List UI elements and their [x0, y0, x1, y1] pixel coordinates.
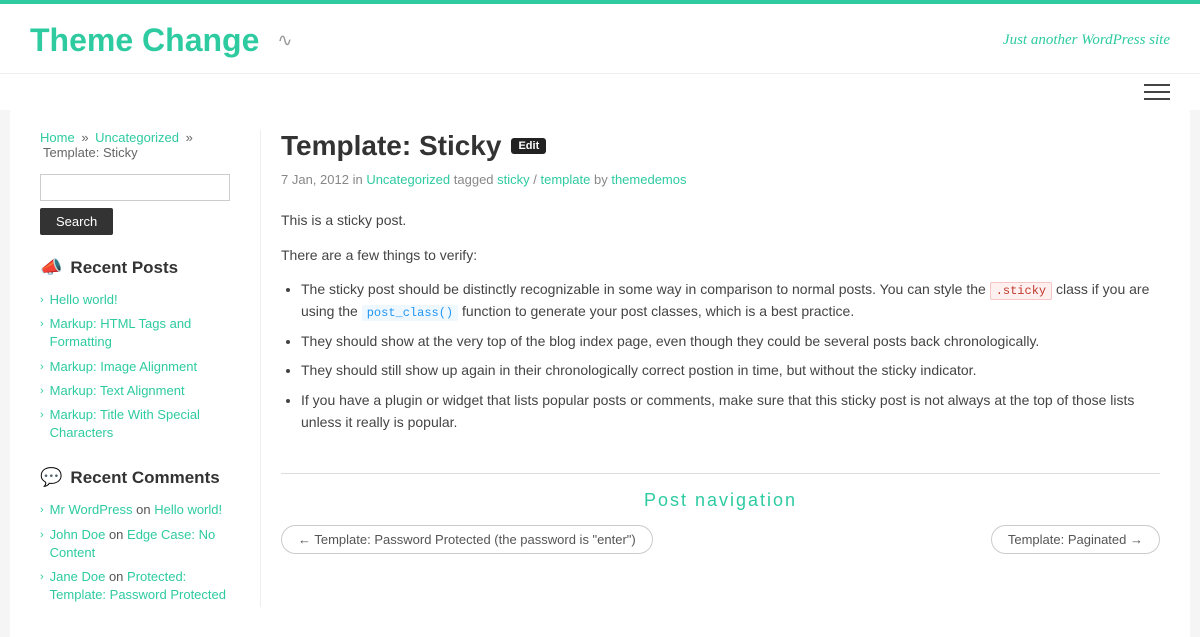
- search-widget: Search: [40, 174, 230, 235]
- post-author[interactable]: themedemos: [611, 172, 686, 187]
- chevron-icon: ›: [40, 384, 44, 399]
- prev-post-link[interactable]: ← Template: Password Protected (the pass…: [281, 525, 653, 554]
- recent-post-link[interactable]: Markup: Text Alignment: [50, 382, 185, 400]
- comment-text: Jane Doe on Protected: Template: Passwor…: [50, 568, 230, 604]
- list-item: › Mr WordPress on Hello world!: [40, 498, 230, 522]
- comment-author[interactable]: Jane Doe: [50, 569, 106, 584]
- header-left: Theme Change ∿: [30, 22, 292, 59]
- breadcrumb: Home » Uncategorized » Template: Sticky: [40, 130, 230, 160]
- post-content: This is a sticky post. There are a few t…: [281, 209, 1160, 433]
- breadcrumb-sep1: »: [81, 130, 88, 145]
- list-item: › Markup: HTML Tags and Formatting: [40, 312, 230, 354]
- rss-icon[interactable]: ∿: [277, 30, 292, 51]
- nav-links: ← Template: Password Protected (the pass…: [281, 525, 1160, 554]
- navbar: [0, 73, 1200, 110]
- recent-comments-list: › Mr WordPress on Hello world! › John Do…: [40, 498, 230, 607]
- list-item: If you have a plugin or widget that list…: [301, 390, 1160, 433]
- list-item: They should still show up again in their…: [301, 360, 1160, 382]
- comment-text: John Doe on Edge Case: No Content: [50, 526, 230, 562]
- site-tagline: Just another WordPress site: [1003, 32, 1170, 49]
- breadcrumb-current: Template: Sticky: [43, 145, 138, 160]
- main-content: Template: Sticky Edit 7 Jan, 2012 in Unc…: [260, 130, 1160, 607]
- post-tag-sep: /: [533, 172, 540, 187]
- post-title-text: Template: Sticky: [281, 130, 501, 162]
- post-intro-2: There are a few things to verify:: [281, 244, 1160, 267]
- recent-posts-section: 📣 Recent Posts › Hello world! › Markup: …: [40, 257, 230, 445]
- post-by-label: by: [594, 172, 611, 187]
- recent-posts-title: 📣 Recent Posts: [40, 257, 230, 278]
- post-class-code: post_class(): [362, 305, 458, 321]
- list-item: They should show at the very top of the …: [301, 331, 1160, 353]
- main-container: Home » Uncategorized » Template: Sticky …: [10, 110, 1190, 637]
- post-tag2[interactable]: template: [541, 172, 591, 187]
- chevron-icon: ›: [40, 360, 44, 375]
- recent-post-link[interactable]: Markup: Image Alignment: [50, 358, 197, 376]
- comment-connector: on: [136, 502, 154, 517]
- post-category[interactable]: Uncategorized: [366, 172, 450, 187]
- hamburger-line-3: [1144, 98, 1170, 100]
- recent-post-link[interactable]: Markup: HTML Tags and Formatting: [50, 315, 230, 351]
- site-title[interactable]: Theme Change: [30, 22, 259, 59]
- list-item: › Hello world!: [40, 288, 230, 312]
- post-meta: 7 Jan, 2012 in Uncategorized tagged stic…: [281, 172, 1160, 187]
- comment-author[interactable]: John Doe: [50, 527, 106, 542]
- list-item: › Markup: Title With Special Characters: [40, 403, 230, 445]
- post-date: 7 Jan, 2012: [281, 172, 349, 187]
- comment-text: Mr WordPress on Hello world!: [50, 501, 222, 519]
- breadcrumb-home[interactable]: Home: [40, 130, 75, 145]
- chevron-icon: ›: [40, 317, 44, 332]
- post-intro-1: This is a sticky post.: [281, 209, 1160, 232]
- list-item: › Markup: Image Alignment: [40, 355, 230, 379]
- site-header: Theme Change ∿ Just another WordPress si…: [0, 0, 1200, 73]
- comment-post[interactable]: Hello world!: [154, 502, 222, 517]
- comment-icon: 💬: [40, 467, 62, 488]
- list-item: › John Doe on Edge Case: No Content: [40, 523, 230, 565]
- recent-post-link[interactable]: Hello world!: [50, 291, 118, 309]
- next-post-link[interactable]: Template: Paginated →: [991, 525, 1160, 554]
- hamburger-menu[interactable]: [1144, 84, 1170, 100]
- post-navigation: Post navigation ← Template: Password Pro…: [281, 473, 1160, 554]
- post-navigation-title: Post navigation: [281, 490, 1160, 511]
- chevron-icon: ›: [40, 528, 44, 543]
- chevron-icon: ›: [40, 503, 44, 518]
- chevron-icon: ›: [40, 293, 44, 308]
- post-bullet-list: The sticky post should be distinctly rec…: [301, 279, 1160, 433]
- post-tag1[interactable]: sticky: [497, 172, 530, 187]
- comment-author[interactable]: Mr WordPress: [50, 502, 133, 517]
- chevron-icon: ›: [40, 408, 44, 423]
- edit-badge[interactable]: Edit: [511, 138, 546, 154]
- recent-comments-section: 💬 Recent Comments › Mr WordPress on Hell…: [40, 467, 230, 607]
- comment-connector: on: [109, 569, 127, 584]
- recent-posts-list: › Hello world! › Markup: HTML Tags and F…: [40, 288, 230, 445]
- sidebar: Home » Uncategorized » Template: Sticky …: [40, 130, 260, 607]
- post-title: Template: Sticky Edit: [281, 130, 1160, 162]
- sticky-code: .sticky: [990, 282, 1052, 300]
- hamburger-line-2: [1144, 91, 1170, 93]
- list-item: The sticky post should be distinctly rec…: [301, 279, 1160, 322]
- post-in-label: in: [353, 172, 367, 187]
- breadcrumb-category[interactable]: Uncategorized: [95, 130, 179, 145]
- search-input[interactable]: [40, 174, 230, 201]
- megaphone-icon: 📣: [40, 257, 62, 278]
- post-tagged-label: tagged: [454, 172, 497, 187]
- comment-connector: on: [109, 527, 127, 542]
- list-item: › Markup: Text Alignment: [40, 379, 230, 403]
- search-button[interactable]: Search: [40, 208, 113, 235]
- breadcrumb-sep2: »: [186, 130, 193, 145]
- chevron-icon: ›: [40, 570, 44, 585]
- recent-comments-title: 💬 Recent Comments: [40, 467, 230, 488]
- recent-post-link[interactable]: Markup: Title With Special Characters: [50, 406, 230, 442]
- list-item: › Jane Doe on Protected: Template: Passw…: [40, 565, 230, 607]
- hamburger-line-1: [1144, 84, 1170, 86]
